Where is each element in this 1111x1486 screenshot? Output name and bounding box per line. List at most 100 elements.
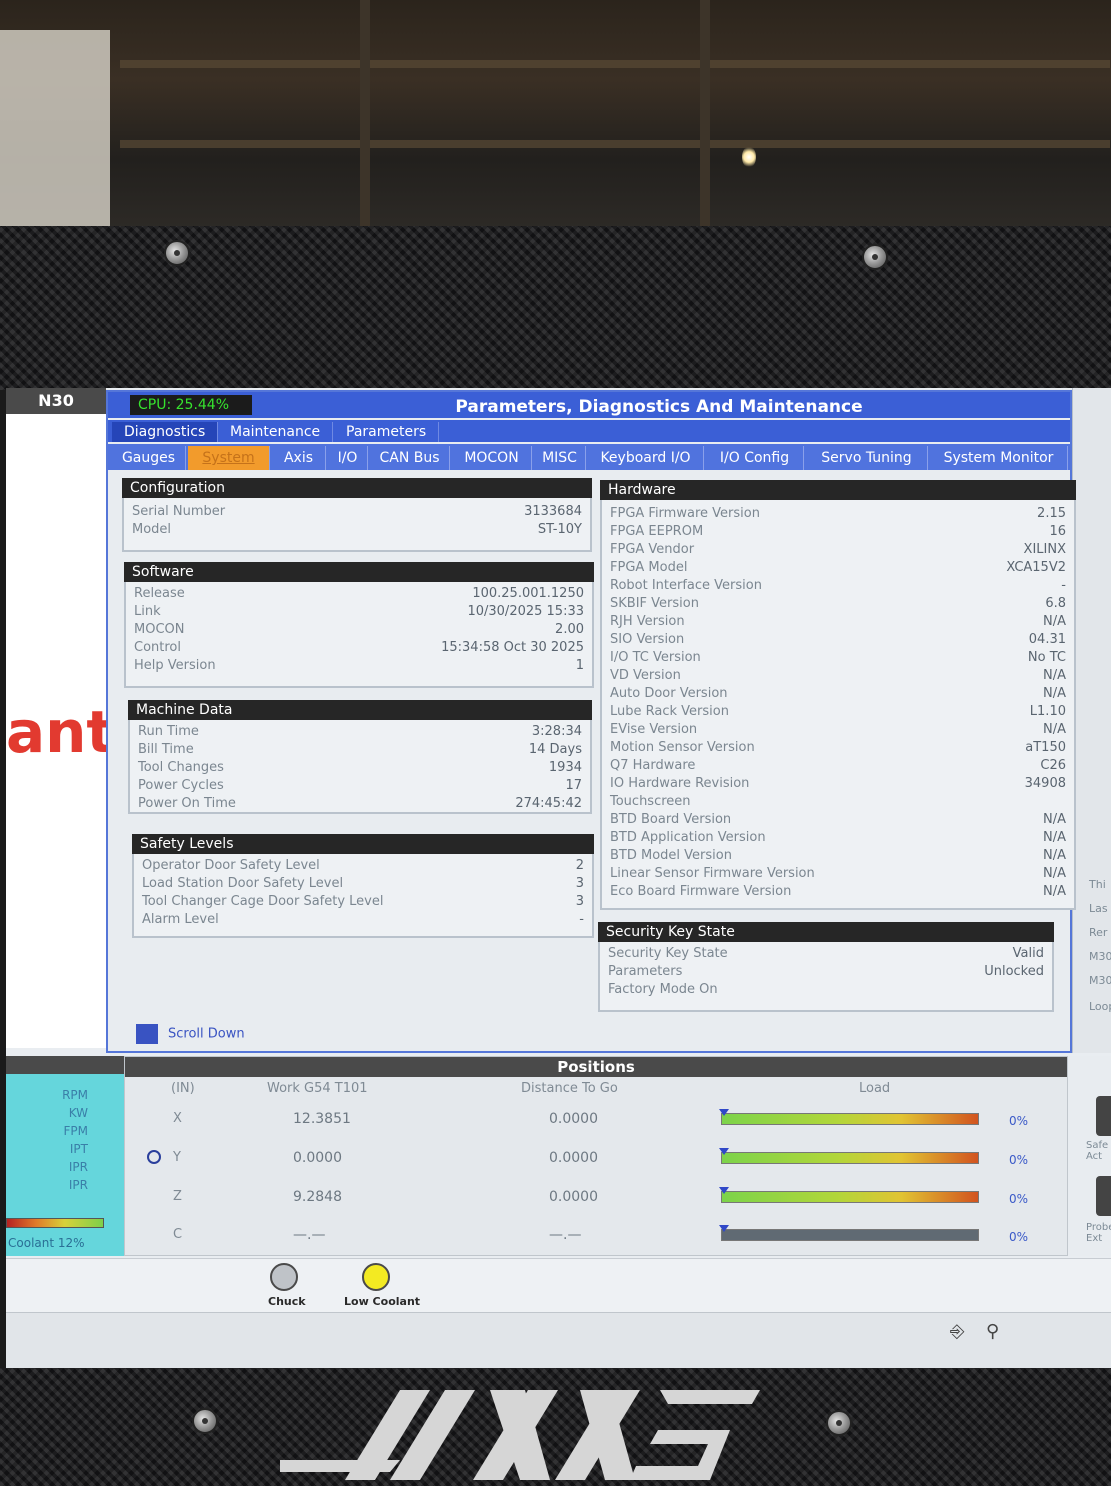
safety-icon[interactable] — [1096, 1096, 1111, 1136]
row-label: FPGA Vendor — [610, 542, 695, 557]
row-label: Robot Interface Version — [610, 578, 762, 593]
row-label: Eco Board Firmware Version — [610, 884, 792, 899]
distance-to-go: 0.0000 — [549, 1111, 598, 1127]
axis-row-x: X 12.3851 0.0000 0% — [125, 1105, 1067, 1139]
row-value: 100.25.001.1250 — [472, 586, 584, 601]
right-side-panel: Thi Las Rer M30 M30 Loop — [1072, 388, 1111, 1053]
row-label: Factory Mode On — [608, 982, 718, 997]
info-row: FPGA Model XCA15V2 — [610, 560, 1066, 578]
warehouse-light — [742, 146, 756, 168]
brand-text-fragment: ant — [6, 698, 115, 766]
tab-parameters[interactable]: Parameters — [334, 422, 440, 442]
load-percent: 0% — [1009, 1192, 1029, 1206]
section-title: Software — [124, 562, 594, 582]
row-value: N/A — [1043, 848, 1066, 863]
tab-diagnostics[interactable]: Diagnostics — [112, 422, 219, 442]
home-icon — [147, 1150, 161, 1164]
tab-mocon[interactable]: MOCON — [452, 446, 532, 470]
chuck-icon[interactable] — [270, 1263, 298, 1291]
right-text: M30 — [1089, 974, 1111, 987]
distance-to-go: 0.0000 — [549, 1150, 598, 1166]
info-row: BTD Application Version N/A — [610, 830, 1066, 848]
axis-label: Z — [173, 1189, 182, 1204]
row-label: BTD Application Version — [610, 830, 766, 845]
axis-label: Y — [173, 1150, 181, 1165]
row-label: SKBIF Version — [610, 596, 699, 611]
load-bar — [719, 1109, 979, 1125]
load-bar — [719, 1148, 979, 1164]
row-value: 1934 — [548, 760, 582, 775]
row-label: Run Time — [138, 724, 199, 739]
work-position: 12.3851 — [293, 1111, 351, 1127]
axis-label: X — [173, 1111, 182, 1126]
info-row: Security Key State Valid — [608, 946, 1044, 964]
info-row: Eco Board Firmware Version N/A — [610, 884, 1066, 902]
tab-axis[interactable]: Axis — [272, 446, 326, 470]
tab-io[interactable]: I/O — [328, 446, 368, 470]
row-label: Tool Changes — [138, 760, 224, 775]
row-value: - — [579, 912, 584, 927]
info-row: Control 15:34:58 Oct 30 2025 — [134, 640, 584, 658]
spindle-panel-header — [6, 1056, 124, 1074]
probe-icon[interactable] — [1096, 1176, 1111, 1216]
info-row: EVise Version N/A — [610, 722, 1066, 740]
row-label: Help Version — [134, 658, 216, 673]
row-value: L1.10 — [1029, 704, 1066, 719]
info-row: BTD Model Version N/A — [610, 848, 1066, 866]
row-label: Alarm Level — [142, 912, 219, 927]
row-label: Operator Door Safety Level — [142, 858, 320, 873]
right-text: M30 — [1089, 950, 1111, 963]
row-label: VD Version — [610, 668, 681, 683]
low-coolant-warning-icon[interactable] — [362, 1263, 390, 1291]
distance-to-go: —.— — [549, 1227, 582, 1243]
tab-keyboard-io[interactable]: Keyboard I/O — [588, 446, 704, 470]
row-value: N/A — [1043, 884, 1066, 899]
load-marker-icon — [719, 1225, 729, 1232]
row-label: SIO Version — [610, 632, 685, 647]
axis-row-y: Y 0.0000 0.0000 0% — [125, 1144, 1067, 1178]
info-row: FPGA Firmware Version 2.15 — [610, 506, 1066, 524]
unit-header: (IN) — [171, 1081, 195, 1096]
coolant-gauge — [6, 1218, 104, 1228]
row-value: 3 — [575, 876, 584, 891]
row-label: I/O TC Version — [610, 650, 701, 665]
tab-maintenance[interactable]: Maintenance — [218, 422, 334, 442]
network-icon[interactable]: ⎆ — [950, 1321, 964, 1342]
positions-panel: Positions (IN) Work G54 T101 Distance To… — [124, 1056, 1068, 1256]
load-bar — [719, 1187, 979, 1203]
cpu-usage: CPU: 25.44% — [130, 395, 252, 415]
info-row: I/O TC Version No TC — [610, 650, 1066, 668]
info-row: Model ST-10Y — [132, 522, 582, 540]
tab-io-config[interactable]: I/O Config — [706, 446, 804, 470]
row-label: RJH Version — [610, 614, 685, 629]
page-title: Parameters, Diagnostics And Maintenance — [455, 397, 863, 417]
unit-label: IPR — [68, 1160, 88, 1174]
info-row: Alarm Level - — [142, 912, 584, 930]
status-icons-row: Chuck Low Coolant — [6, 1258, 1111, 1312]
row-label: Release — [134, 586, 185, 601]
tab-can-bus[interactable]: CAN Bus — [370, 446, 450, 470]
row-value: Unlocked — [984, 964, 1044, 979]
row-value: N/A — [1043, 866, 1066, 881]
unit-label: KW — [68, 1106, 88, 1120]
info-row: MOCON 2.00 — [134, 622, 584, 640]
section-title: Configuration — [122, 478, 592, 498]
row-value: 3 — [575, 894, 584, 909]
row-value: N/A — [1043, 830, 1066, 845]
work-position: 9.2848 — [293, 1189, 342, 1205]
info-row: Lube Rack Version L1.10 — [610, 704, 1066, 722]
work-position: 0.0000 — [293, 1150, 342, 1166]
tab-system-monitor[interactable]: System Monitor — [930, 446, 1068, 470]
info-row: Tool Changer Cage Door Safety Level 3 — [142, 894, 584, 912]
machine-data-section: Machine Data Run Time 3:28:34 Bill Time 14… — [128, 700, 592, 814]
tab-gauges[interactable]: Gauges — [112, 446, 186, 470]
tab-misc[interactable]: MISC — [534, 446, 586, 470]
diagnostics-panel: CPU: 25.44% Parameters, Diagnostics And … — [106, 390, 1076, 1053]
tab-servo-tuning[interactable]: Servo Tuning — [806, 446, 928, 470]
scroll-down-button[interactable]: Scroll Down — [136, 1024, 245, 1044]
usb-icon[interactable]: ⚲ — [986, 1321, 999, 1342]
positions-title: Positions — [125, 1057, 1067, 1077]
safety-label: Safe Act — [1086, 1140, 1109, 1162]
tab-system[interactable]: System — [188, 446, 270, 470]
row-value: No TC — [1027, 650, 1066, 665]
